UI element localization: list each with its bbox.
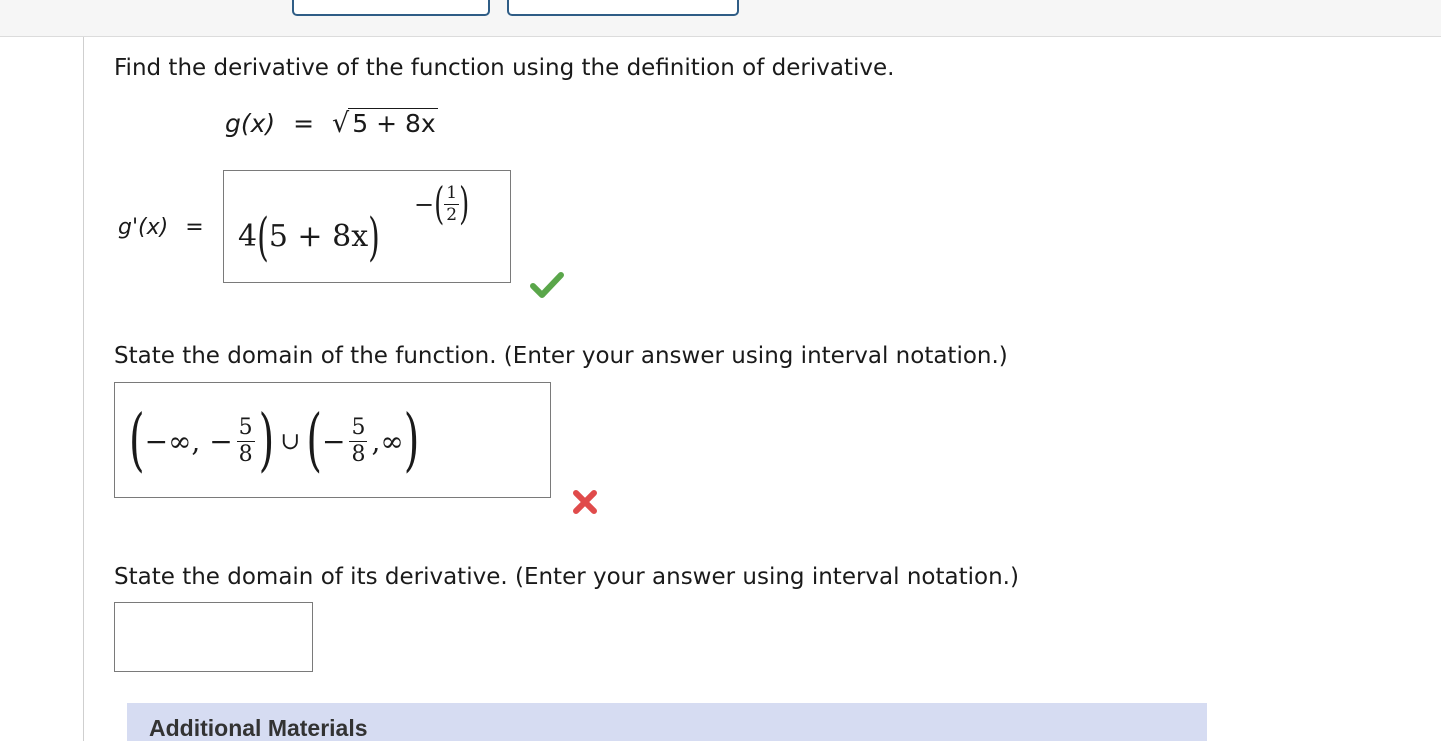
function-definition: g(x) = √ 5 + 8x (225, 108, 438, 139)
derivative-answer-box[interactable]: 4(5 + 8x) −(1 2) (223, 170, 511, 283)
interval1-numerator: 5 (236, 414, 255, 442)
derivative-inner: 5 + 8x (268, 219, 369, 254)
correct-check-icon (530, 272, 564, 298)
function-equals: = (293, 109, 315, 138)
interval2-right-paren-icon: ) (403, 401, 420, 481)
interval2-left-paren-icon: ( (306, 401, 322, 481)
domain-function-expression: ( −∞, − 58 ) ∪ ( − 58 ,∞ ) (129, 401, 420, 481)
interval1-fraction: 58 (236, 414, 255, 467)
additional-materials-bar[interactable]: Additional Materials (127, 703, 1207, 741)
exponent-sign: − (414, 190, 435, 219)
exponent-left-paren-icon: ( (434, 179, 445, 230)
sqrt-sign-icon: √ (332, 108, 350, 139)
exponent-fraction: 12 (444, 183, 460, 225)
derivative-equals: = (185, 215, 204, 240)
domain-function-answer-box[interactable]: ( −∞, − 58 ) ∪ ( − 58 ,∞ ) (114, 382, 551, 498)
function-lhs: g(x) (225, 109, 276, 138)
additional-materials-label: Additional Materials (149, 715, 368, 741)
derivative-exponent: −(1 2) (414, 179, 469, 230)
incorrect-x-icon (573, 490, 597, 514)
interval2-fraction: 58 (349, 414, 368, 467)
interval1-left-paren-icon: ( (129, 401, 145, 481)
interval1-denominator: 8 (238, 441, 253, 467)
exponent-numerator: 1 (444, 183, 460, 205)
derivative-label-row: g'(x) = (118, 215, 204, 240)
derivative-label: g'(x) (118, 215, 169, 240)
interval1-left: −∞, − (144, 424, 233, 458)
top-button-2[interactable] (507, 0, 739, 16)
right-paren-icon: ) (368, 208, 380, 268)
interval2-left: − (321, 424, 346, 458)
top-button-1[interactable] (292, 0, 490, 16)
left-paren-icon: ( (257, 208, 269, 268)
interval2-right: ,∞ (371, 424, 404, 458)
top-toolbar-strip (0, 0, 1441, 37)
union-symbol: ∪ (280, 427, 301, 455)
domain-derivative-input[interactable] (114, 602, 313, 672)
left-divider (83, 37, 84, 741)
exponent-right-paren-icon: ) (459, 179, 470, 230)
domain-function-prompt: State the domain of the function. (Enter… (114, 343, 1008, 369)
question-prompt: Find the derivative of the function usin… (114, 55, 895, 81)
derivative-answer-expression: 4(5 + 8x) (238, 208, 380, 268)
interval1-right-paren-icon: ) (258, 401, 275, 481)
derivative-coef: 4 (238, 219, 258, 254)
interval2-numerator: 5 (349, 414, 368, 442)
exponent-denominator: 2 (446, 205, 458, 225)
interval2-denominator: 8 (351, 441, 366, 467)
radicand: 5 + 8x (348, 108, 438, 138)
sqrt-expression: √ 5 + 8x (332, 108, 438, 139)
domain-derivative-prompt: State the domain of its derivative. (Ent… (114, 564, 1019, 590)
